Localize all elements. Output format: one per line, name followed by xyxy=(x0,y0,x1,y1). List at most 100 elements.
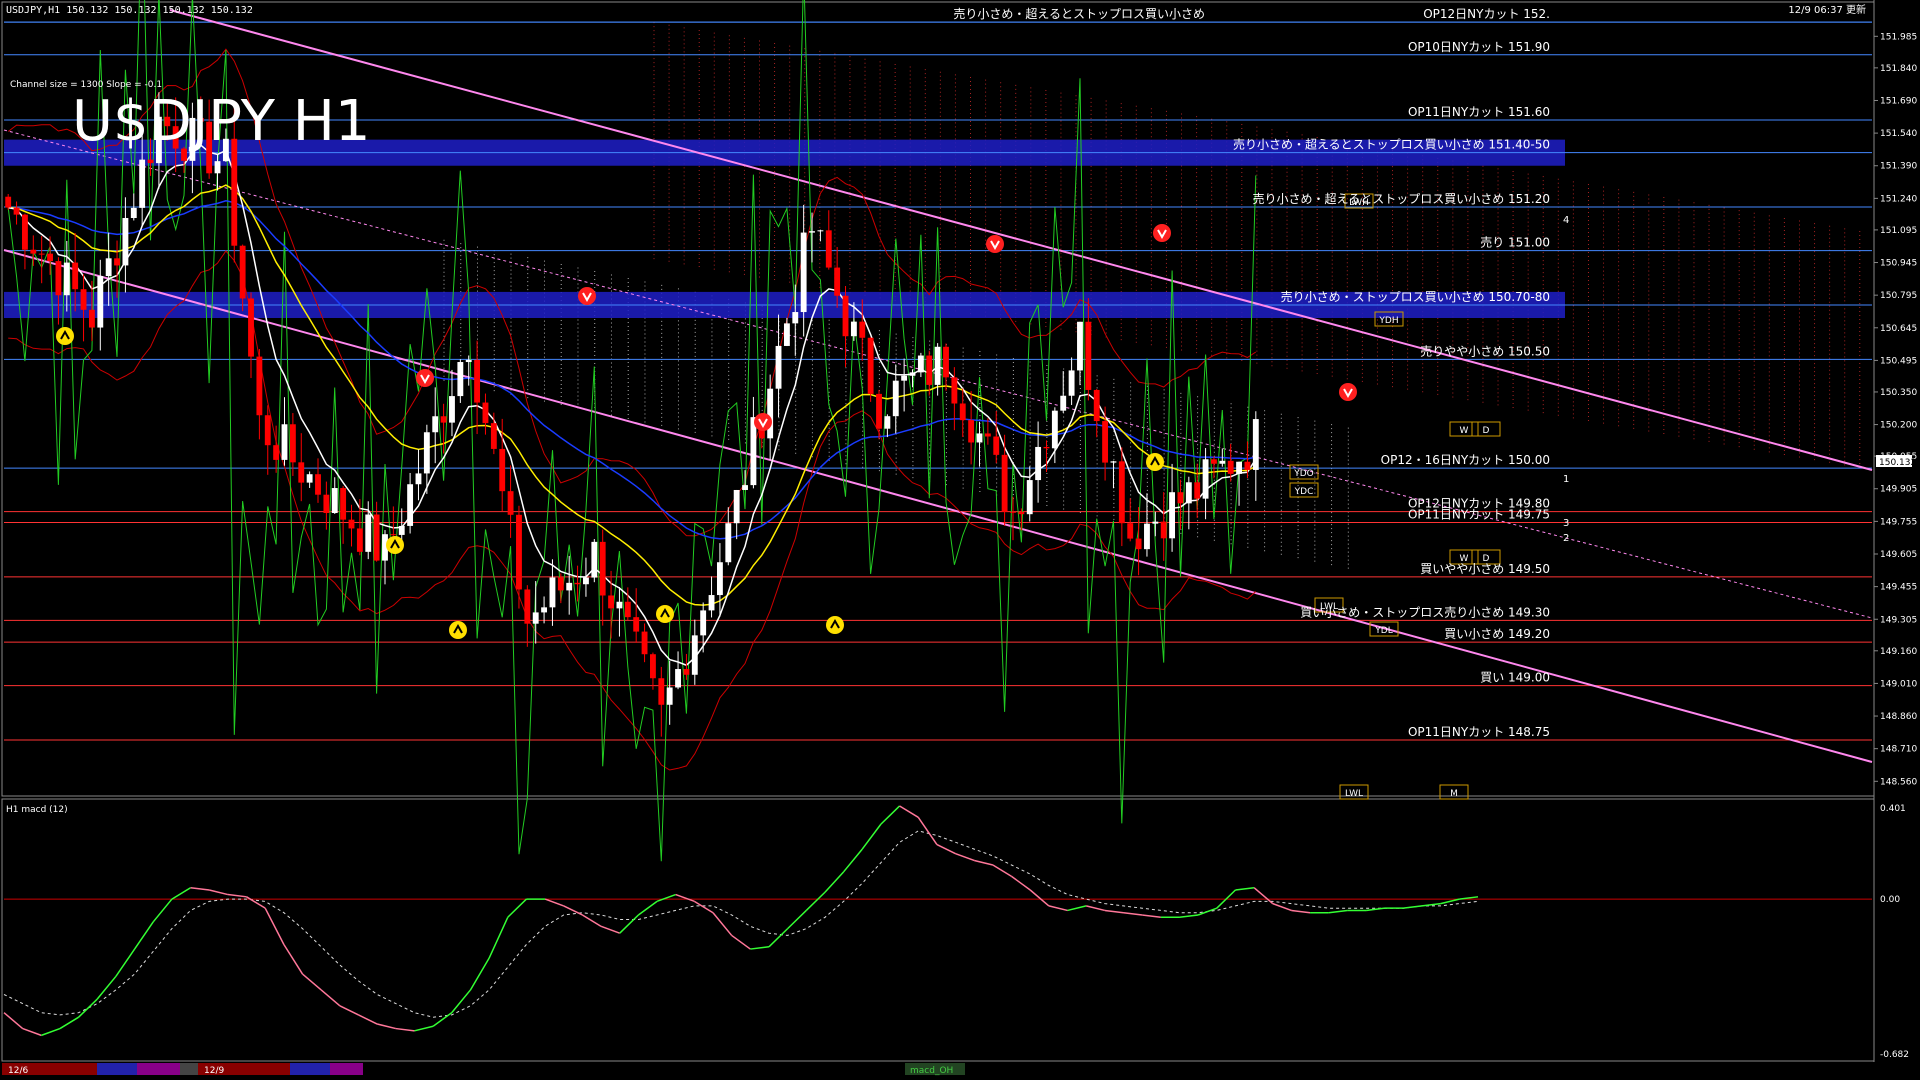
candle-body xyxy=(1144,523,1150,550)
candle-body xyxy=(1252,419,1259,470)
level-label: 売り小さめ・超えるとストップロス買い小さめ 151.20 xyxy=(1253,191,1550,206)
candle-body xyxy=(825,230,832,268)
level-label: 売りやや小さめ 150.50 xyxy=(1420,343,1550,358)
candle-body xyxy=(1194,482,1201,499)
level-label: 買い小さめ・ストップロス売り小さめ 149.30 xyxy=(1300,604,1550,619)
candle-body xyxy=(306,474,313,483)
level-label: 買い小さめ 149.20 xyxy=(1444,627,1550,641)
y-tick-label: 151.095 xyxy=(1880,226,1917,236)
candle-body xyxy=(817,230,824,232)
candle-body xyxy=(407,484,414,526)
candle-body xyxy=(700,610,707,636)
wave-label: 4 xyxy=(1563,215,1569,226)
candle-body xyxy=(1051,410,1058,449)
box-marker-label: W xyxy=(1460,426,1469,436)
candle-body xyxy=(1160,521,1167,539)
candle-body xyxy=(557,577,564,591)
candle-body xyxy=(984,433,991,437)
candle-body xyxy=(767,388,774,439)
candle-body xyxy=(1227,460,1234,474)
update-time: 12/9 06:37 更新 xyxy=(1788,3,1866,16)
candle-body xyxy=(1085,321,1092,390)
candle-body xyxy=(1068,370,1075,396)
candle-body xyxy=(859,321,866,338)
candle-body xyxy=(440,416,447,423)
y-tick-label: 149.160 xyxy=(1880,647,1917,657)
candle-body xyxy=(457,362,464,397)
box-marker-label: M xyxy=(1450,789,1458,799)
candle-body xyxy=(750,417,757,486)
candle-body xyxy=(356,528,363,552)
candle-body xyxy=(834,267,841,296)
y-tick-label: 148.860 xyxy=(1880,712,1917,722)
y-tick-label: 149.455 xyxy=(1880,583,1917,593)
y-tick-label: 150.795 xyxy=(1880,291,1917,301)
level-label: OP10日NYカット 151.90 xyxy=(1408,40,1550,54)
candle-body xyxy=(1010,511,1016,513)
level-label: OP12・16日NYカット 150.00 xyxy=(1381,453,1550,467)
candle-body xyxy=(38,253,45,255)
candle-body xyxy=(1211,459,1217,464)
candle-body xyxy=(281,424,288,460)
candle-body xyxy=(147,159,154,164)
candle-body xyxy=(616,601,623,609)
y-tick-label: 148.560 xyxy=(1880,777,1917,787)
level-label: OP11日NYカット 149.75 xyxy=(1408,507,1550,521)
candle-body xyxy=(256,356,263,416)
candle-body xyxy=(88,309,95,328)
current-price-label: 150.132 xyxy=(1879,458,1916,468)
candle-body xyxy=(1060,395,1067,411)
candle-body xyxy=(239,245,246,299)
candle-body xyxy=(892,380,899,417)
candle-body xyxy=(130,207,137,219)
candle-body xyxy=(1102,421,1109,463)
candle-body xyxy=(650,654,656,679)
candle-body xyxy=(47,253,53,262)
y-tick-label: 151.240 xyxy=(1880,194,1917,204)
candle-body xyxy=(13,207,20,215)
up-arrow-icon xyxy=(1146,453,1164,471)
candle-body xyxy=(465,359,472,363)
candle-body xyxy=(348,519,355,529)
candle-body xyxy=(691,635,698,675)
level-label: 買いやや小さめ 149.50 xyxy=(1420,562,1550,576)
candle-body xyxy=(507,491,514,515)
candle-body xyxy=(683,669,690,675)
y-tick-label: 150.200 xyxy=(1880,421,1917,431)
candle-body xyxy=(574,582,581,585)
candle-body xyxy=(63,262,70,296)
candle-body xyxy=(1177,492,1184,504)
chart-canvas: LWHYDHW DYDOYDCW DLWLYDLLWL M4132 売り小さめ・超える… xyxy=(0,0,1920,1080)
candle-body xyxy=(72,262,79,290)
candle-body xyxy=(901,375,908,381)
y-tick-label: 149.305 xyxy=(1880,615,1917,625)
y-tick-label: 151.540 xyxy=(1880,129,1917,139)
candle-body xyxy=(1244,461,1251,470)
candle-body xyxy=(716,562,723,596)
candle-body xyxy=(1035,446,1042,481)
candle-body xyxy=(1118,461,1125,524)
candle-body xyxy=(490,423,497,449)
candle-body xyxy=(1236,461,1242,474)
candle-body xyxy=(1152,521,1159,524)
candle-body xyxy=(1001,454,1008,512)
candle-body xyxy=(105,258,112,277)
y-tick-label: 151.690 xyxy=(1880,96,1917,106)
candle-body xyxy=(1093,389,1100,422)
y-tick-label: 148.710 xyxy=(1880,745,1917,755)
candle-body xyxy=(1169,492,1176,539)
candle-body xyxy=(97,276,104,328)
candle-body xyxy=(248,298,254,357)
y-tick-label: 150.350 xyxy=(1880,388,1917,398)
candle-body xyxy=(541,607,548,613)
candle-body xyxy=(708,595,715,611)
candle-body xyxy=(1219,460,1226,464)
up-arrow-icon xyxy=(656,605,674,623)
candle-body xyxy=(733,489,740,524)
candle-body xyxy=(524,589,531,624)
candle-body xyxy=(114,258,120,266)
candle-body xyxy=(1135,538,1142,550)
candle-body xyxy=(30,249,37,254)
candle-body xyxy=(273,445,280,460)
candle-body xyxy=(658,678,665,705)
